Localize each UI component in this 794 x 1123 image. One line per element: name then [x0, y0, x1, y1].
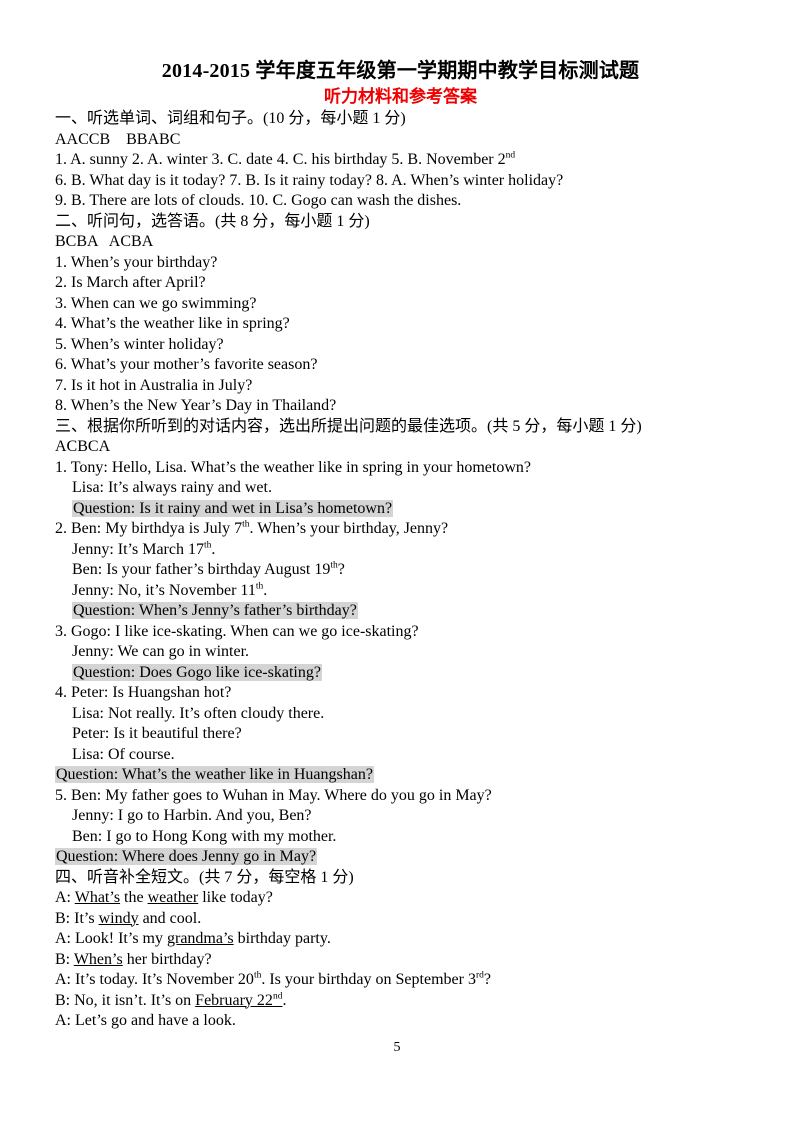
speaker-label-a: A: [55, 889, 75, 906]
speaker-label-b: B: It’s [55, 909, 99, 927]
dialogue-2-line-4-part-b: . [263, 581, 268, 599]
section-four-heading: 四、听音补全短文。(共 7 分，每空格 1 分) [55, 868, 354, 886]
section-four-line-1: A: What’s the weather like today? [55, 888, 746, 909]
dialogue-2-question: Question: When’s Jenny’s father’s birthd… [55, 601, 746, 622]
section-four-line-4-start: B: [55, 950, 74, 968]
dialogue-3-line-1: 3. Gogo: I like ice-skating. When can we… [55, 622, 419, 640]
section-four-line-1-end: like today? [198, 889, 273, 906]
dialogue-5-question-text: Question: Where does Jenny go in May? [55, 848, 318, 865]
section-four-line-4: B: When’s her birthday? [55, 950, 746, 971]
dialogue-2-line-1-part-b: . When’s your birthday, Jenny? [249, 520, 449, 537]
section-four-line-5-end: ? [483, 971, 491, 988]
blank-answer-6-text: February 22 [195, 991, 273, 1009]
section-two-question-7: 7. Is it hot in Australia in July? [55, 376, 253, 394]
dialogue-3-line-2: Jenny: We can go in winter. [72, 643, 250, 660]
section-four-line-3-end: birthday party. [233, 930, 331, 947]
section-four-line-5: A: It’s today. It’s November 20th. Is yo… [55, 970, 746, 991]
section-three-answer-key: ACBCA [55, 438, 111, 455]
dialogue-1-question-text: Question: Is it rainy and wet in Lisa’s … [72, 499, 394, 517]
section-four-line-6-start: B: No, it isn’t. It’s on [55, 991, 196, 1009]
section-four-line-2-end: and cool. [138, 909, 202, 927]
dialogue-5-question: Question: Where does Jenny go in May? [55, 847, 746, 868]
section-four-line-4-end: her birthday? [122, 950, 212, 968]
dialogue-3-question-text: Question: Does Gogo like ice-skating? [72, 663, 322, 681]
section-four-line-3-start: A: Look! It’s my [55, 930, 167, 947]
blank-answer-2: weather [147, 889, 199, 906]
ordinal-suffix: nd [272, 991, 283, 1002]
ordinal-suffix: th [242, 519, 250, 530]
section-two-answer-key: BCBA ACBA [55, 233, 154, 250]
dialogue-2-line-2-part-a: Jenny: It’s March 17 [72, 540, 204, 558]
section-two-question-3: 3. When can we go swimming? [55, 294, 257, 312]
blank-answer-1: What’s [74, 889, 121, 906]
section-one-answer-key: AACCB BBABC [55, 130, 181, 148]
dialogue-2-line-3-part-b: ? [337, 561, 345, 578]
ordinal-suffix: rd [475, 970, 484, 981]
dialogue-2-line-1-part-a: 2. Ben: My birthdya is July 7 [55, 520, 243, 537]
section-two-heading: 二、听问句，选答语。(共 8 分，每小题 1 分) [55, 212, 370, 230]
section-one-heading: 一、听选单词、词组和句子。(10 分，每小题 1 分) [55, 110, 406, 127]
dialogue-5-line-3: Ben: I go to Hong Kong with my mother. [72, 827, 337, 845]
dialogue-3-question: Question: Does Gogo like ice-skating? [55, 663, 746, 684]
section-one-items-line-2: 6. B. What day is it today? 7. B. Is it … [55, 171, 564, 189]
dialogue-4-question: Question: What’s the weather like in Hua… [55, 765, 746, 786]
page-title: 2014-2015 学年度五年级第一学期期中教学目标测试题 [161, 60, 640, 82]
dialogue-2-line-3-part-a: Ben: Is your father’s birthday August 19 [72, 561, 331, 578]
section-four-line-3: A: Look! It’s my grandma’s birthday part… [55, 929, 746, 950]
page-number: 5 [393, 1040, 401, 1055]
page-subtitle: 听力材料和参考答案 [324, 87, 477, 106]
section-one-items-line-1: 1. A. sunny 2. A. winter 3. C. date 4. C… [55, 150, 746, 171]
section-four-line-2: B: It’s windy and cool. [55, 909, 746, 930]
dialogue-1-line-2: Lisa: It’s always rainy and wet. [72, 479, 272, 496]
section-four-line-6: B: No, it isn’t. It’s on February 22nd. [55, 991, 746, 1012]
ordinal-suffix: th [330, 560, 338, 571]
dialogue-2-line-4: Jenny: No, it’s November 11th. [55, 581, 746, 602]
dialogue-1-question: Question: Is it rainy and wet in Lisa’s … [55, 499, 746, 520]
dialogue-1-line-1: 1. Tony: Hello, Lisa. What’s the weather… [55, 458, 531, 476]
section-two-question-2: 2. Is March after April? [55, 274, 206, 291]
section-three-heading: 三、根据你所听到的对话内容，选出所提出问题的最佳选项。(共 5 分，每小题 1 … [55, 417, 642, 435]
dialogue-4-line-4: Lisa: Of course. [72, 745, 175, 763]
section-two-question-5: 5. When’s winter holiday? [55, 335, 224, 353]
exam-paper-page: 2014-2015 学年度五年级第一学期期中教学目标测试题 听力材料和参考答案 … [0, 0, 794, 1123]
section-four-line-7: A: Let’s go and have a look. [55, 1012, 236, 1029]
section-four-line-1-mid: the [120, 889, 148, 906]
dialogue-5-line-2: Jenny: I go to Harbin. And you, Ben? [72, 807, 312, 824]
ordinal-suffix: nd [505, 150, 516, 161]
dialogue-2-line-1: 2. Ben: My birthdya is July 7th. When’s … [55, 519, 746, 540]
dialogue-4-line-2: Lisa: Not really. It’s often cloudy ther… [72, 704, 325, 722]
section-two-question-1: 1. When’s your birthday? [55, 253, 218, 271]
dialogue-2-question-text: Question: When’s Jenny’s father’s birthd… [72, 602, 358, 619]
dialogue-4-question-text: Question: What’s the weather like in Hua… [55, 766, 374, 783]
dialogue-2-line-2: Jenny: It’s March 17th. [55, 540, 746, 561]
section-four-line-6-end: . [282, 991, 287, 1009]
blank-answer-5: When’s [73, 950, 123, 968]
section-two-question-6: 6. What’s your mother’s favorite season? [55, 356, 318, 373]
dialogue-2-line-4-part-a: Jenny: No, it’s November 11 [72, 581, 256, 599]
blank-answer-3: windy [98, 909, 139, 927]
section-four-line-5-start: A: It’s today. It’s November 20 [55, 971, 254, 988]
blank-answer-6: February 22nd [195, 991, 283, 1009]
section-one-items-line-1-text: 1. A. sunny 2. A. winter 3. C. date 4. C… [55, 151, 506, 168]
section-two-question-4: 4. What’s the weather like in spring? [55, 315, 290, 332]
dialogue-4-line-1: 4. Peter: Is Huangshan hot? [55, 684, 232, 701]
dialogue-5-line-1: 5. Ben: My father goes to Wuhan in May. … [55, 786, 492, 804]
section-four-line-5-mid: . Is your birthday on September 3 [261, 971, 476, 988]
dialogue-2-line-2-part-b: . [211, 540, 216, 558]
section-two-question-8: 8. When’s the New Year’s Day in Thailand… [55, 397, 337, 414]
dialogue-4-line-3: Peter: Is it beautiful there? [72, 725, 242, 742]
dialogue-2-line-3: Ben: Is your father’s birthday August 19… [55, 560, 746, 581]
section-one-items-line-3: 9. B. There are lots of clouds. 10. C. G… [55, 192, 462, 209]
blank-answer-4: grandma’s [167, 930, 234, 947]
